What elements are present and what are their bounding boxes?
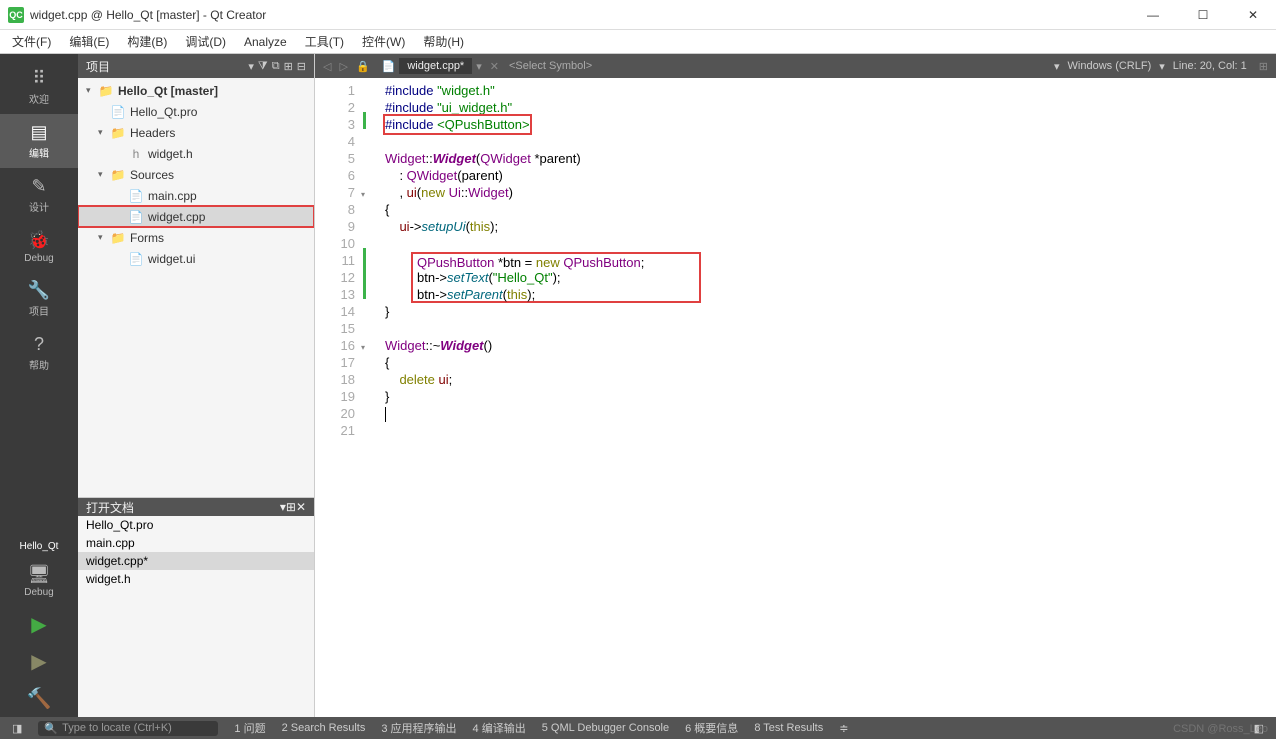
mode-welcome[interactable]: ⠿欢迎: [0, 60, 78, 114]
change-marks: [363, 78, 377, 717]
menu-tools[interactable]: 工具(T): [305, 33, 344, 50]
window-close-button[interactable]: ✕: [1238, 8, 1268, 22]
close-pane-icon[interactable]: ✕: [296, 500, 306, 514]
editor-filename[interactable]: widget.cpp*: [399, 58, 472, 74]
menu-analyze[interactable]: Analyze: [244, 35, 287, 49]
split-icon[interactable]: ⊟: [297, 60, 306, 73]
output-close-icon[interactable]: ≑: [831, 722, 856, 735]
tree-item[interactable]: ▾📁Headers: [78, 122, 314, 143]
nav-back-button[interactable]: ◁: [319, 60, 335, 73]
wrench-icon: 🔧: [28, 280, 50, 301]
chevron-down-icon[interactable]: ▾: [1054, 60, 1060, 73]
editor-toolbar: ◁ ▷ 🔒 📄 widget.cpp* ▾ ✕ <Select Symbol> …: [315, 54, 1276, 78]
tree-item[interactable]: 📄Hello_Qt.pro: [78, 101, 314, 122]
run-button[interactable]: ▶: [31, 606, 46, 643]
tree-item[interactable]: ▾📁Sources: [78, 164, 314, 185]
chevron-down-icon[interactable]: ▾: [476, 60, 482, 73]
lock-icon[interactable]: 🔒: [352, 60, 374, 73]
menubar: 文件(F) 编辑(E) 构建(B) 调试(D) Analyze 工具(T) 控件…: [0, 30, 1276, 54]
tree-item[interactable]: 📄widget.ui: [78, 248, 314, 269]
code-content[interactable]: #include "widget.h"#include "ui_widget.h…: [377, 78, 1276, 717]
edit-icon: ▤: [30, 122, 47, 143]
watermark: CSDN @Ross_Leo: [1173, 723, 1268, 735]
opendocs-list[interactable]: Hello_Qt.promain.cppwidget.cpp*widget.h: [78, 516, 314, 588]
menu-build[interactable]: 构建(B): [127, 33, 167, 50]
help-icon: ?: [34, 334, 44, 355]
kit-selector[interactable]: 🖥Debug: [0, 556, 78, 606]
menu-file[interactable]: 文件(F): [12, 33, 51, 50]
project-tree[interactable]: ▾📁Hello_Qt [master]📄Hello_Qt.pro▾📁Header…: [78, 78, 314, 497]
statusbar: ◨ 🔍 Type to locate (Ctrl+K) 1 问题 2 Searc…: [0, 717, 1276, 739]
mode-debug[interactable]: 🐞Debug: [0, 222, 78, 272]
add-icon[interactable]: ⊞: [284, 60, 293, 73]
cursor-position-label[interactable]: Line: 20, Col: 1: [1173, 60, 1247, 72]
output-qml[interactable]: 5 QML Debugger Console: [534, 722, 677, 734]
link-icon[interactable]: ⧉: [272, 60, 280, 73]
menu-widgets[interactable]: 控件(W): [362, 33, 405, 50]
menu-edit[interactable]: 编辑(E): [69, 33, 109, 50]
output-issues[interactable]: 1 问题: [226, 720, 273, 736]
line-number-gutter[interactable]: 1234567▾8910111213141516▾1718192021: [315, 78, 363, 717]
window-maximize-button[interactable]: ☐: [1188, 8, 1218, 22]
file-icon: 📄: [382, 60, 396, 73]
add-icon[interactable]: ⊞: [286, 500, 296, 514]
nav-forward-button[interactable]: ▷: [335, 60, 351, 73]
debug-run-button[interactable]: ▶: [31, 643, 46, 680]
filter-icon[interactable]: ⧩: [258, 60, 268, 73]
mode-projects[interactable]: 🔧项目: [0, 272, 78, 326]
output-search[interactable]: 2 Search Results: [274, 722, 374, 734]
app-logo-icon: QC: [8, 7, 24, 23]
menu-debug[interactable]: 调试(D): [185, 33, 226, 50]
locator-input[interactable]: 🔍 Type to locate (Ctrl+K): [38, 721, 218, 736]
opendoc-item[interactable]: widget.h: [78, 570, 314, 588]
code-editor[interactable]: 1234567▾8910111213141516▾1718192021 #inc…: [315, 78, 1276, 717]
opendoc-item[interactable]: main.cpp: [78, 534, 314, 552]
chevron-down-icon[interactable]: ▾: [248, 60, 254, 73]
line-ending-label[interactable]: Windows (CRLF): [1068, 60, 1152, 72]
mode-bar: ⠿欢迎 ▤编辑 ✎设计 🐞Debug 🔧项目 ?帮助 Hello_Qt 🖥Deb…: [0, 54, 78, 717]
monitor-icon: 🖥: [28, 564, 51, 585]
menu-help[interactable]: 帮助(H): [423, 33, 464, 50]
project-panel-header: 项目 ▾ ⧩ ⧉ ⊞ ⊟: [78, 54, 314, 78]
tree-item[interactable]: ▾📁Hello_Qt [master]: [78, 80, 314, 101]
close-file-button[interactable]: ✕: [486, 60, 503, 73]
locator-placeholder: Type to locate (Ctrl+K): [62, 722, 172, 734]
search-icon: 🔍: [44, 722, 58, 735]
output-general[interactable]: 6 概要信息: [677, 720, 746, 736]
pencil-icon: ✎: [31, 176, 46, 197]
titlebar: QC widget.cpp @ Hello_Qt [master] - Qt C…: [0, 0, 1276, 30]
build-button[interactable]: 🔨: [27, 680, 52, 717]
grid-icon: ⠿: [32, 68, 45, 89]
opendocs-header: 打开文档 ▾ ⊞ ✕: [78, 498, 314, 516]
opendoc-item[interactable]: Hello_Qt.pro: [78, 516, 314, 534]
project-panel-title: 项目: [86, 58, 244, 75]
toggle-left-pane-button[interactable]: ◨: [4, 722, 30, 735]
tree-item[interactable]: 📄main.cpp: [78, 185, 314, 206]
mode-edit[interactable]: ▤编辑: [0, 114, 78, 168]
kit-selector-project[interactable]: Hello_Qt: [20, 537, 59, 556]
symbol-selector[interactable]: <Select Symbol>: [509, 60, 592, 72]
opendocs-title: 打开文档: [86, 499, 280, 516]
mode-help[interactable]: ?帮助: [0, 326, 78, 380]
tree-item[interactable]: ▾📁Forms: [78, 227, 314, 248]
split-editor-button[interactable]: ⊞: [1255, 60, 1272, 73]
output-compile[interactable]: 4 编译输出: [465, 720, 534, 736]
tree-item[interactable]: hwidget.h: [78, 143, 314, 164]
window-title: widget.cpp @ Hello_Qt [master] - Qt Crea…: [30, 8, 1138, 22]
editor-area: ◁ ▷ 🔒 📄 widget.cpp* ▾ ✕ <Select Symbol> …: [315, 54, 1276, 717]
mode-design[interactable]: ✎设计: [0, 168, 78, 222]
tree-item[interactable]: 📄widget.cpp: [78, 206, 314, 227]
output-app[interactable]: 3 应用程序输出: [373, 720, 464, 736]
side-panel: 项目 ▾ ⧩ ⧉ ⊞ ⊟ ▾📁Hello_Qt [master]📄Hello_Q…: [78, 54, 315, 717]
bug-icon: 🐞: [28, 230, 50, 251]
opendoc-item[interactable]: widget.cpp*: [78, 552, 314, 570]
output-test[interactable]: 8 Test Results: [746, 722, 831, 734]
window-minimize-button[interactable]: —: [1138, 8, 1168, 22]
chevron-down-icon[interactable]: ▾: [1159, 60, 1165, 73]
